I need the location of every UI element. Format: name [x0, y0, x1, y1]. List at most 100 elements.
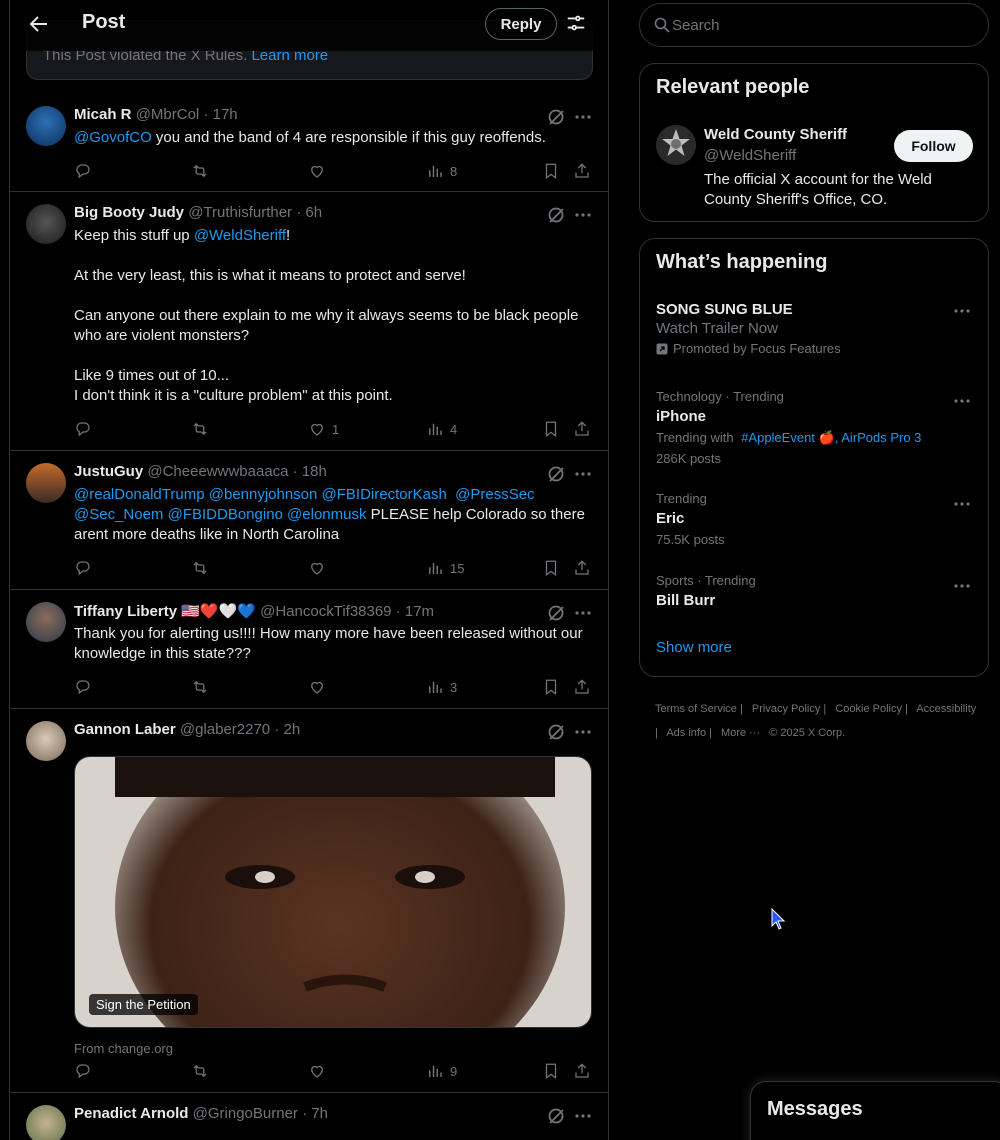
bookmark-button[interactable]: [542, 419, 560, 439]
terms-link[interactable]: Terms of Service |: [655, 703, 743, 715]
avatar[interactable]: [656, 125, 696, 165]
more-options-icon[interactable]: [573, 205, 593, 225]
repost-button[interactable]: [191, 1061, 215, 1081]
author-name[interactable]: Micah R: [74, 106, 132, 123]
promoted-trend[interactable]: SONG SUNG BLUE Watch Trailer Now Promote…: [656, 301, 976, 356]
more-options-icon[interactable]: [952, 301, 972, 321]
bookmark-button[interactable]: [542, 677, 560, 697]
reply-button[interactable]: [74, 677, 98, 697]
timestamp[interactable]: · 17h: [203, 106, 237, 123]
reply-button[interactable]: [74, 558, 98, 578]
author-name[interactable]: JustuGuy: [74, 463, 143, 480]
show-more-link[interactable]: Show more: [656, 639, 732, 656]
author-handle[interactable]: @Cheeewwwbaaaca: [147, 463, 288, 480]
views-button[interactable]: 4: [426, 419, 457, 439]
reply-button[interactable]: [74, 161, 98, 181]
search-input[interactable]: [672, 12, 972, 38]
grok-icon[interactable]: [546, 722, 566, 742]
repost-button[interactable]: [191, 677, 215, 697]
link-source[interactable]: From change.org: [74, 1041, 173, 1056]
more-options-icon[interactable]: [952, 391, 972, 411]
like-button[interactable]: [308, 558, 332, 578]
author-handle[interactable]: @HancockTif38369: [260, 603, 391, 620]
timestamp[interactable]: · 6h: [296, 204, 322, 221]
link-card-image[interactable]: Sign the Petition: [74, 756, 592, 1028]
avatar[interactable]: [26, 721, 66, 761]
repost-button[interactable]: [191, 558, 215, 578]
author-name[interactable]: Tiffany Liberty 🇺🇸❤️🤍💙: [74, 603, 256, 620]
views-button[interactable]: 15: [426, 558, 464, 578]
bookmark-button[interactable]: [542, 558, 560, 578]
more-options-icon[interactable]: [573, 464, 593, 484]
like-button[interactable]: [308, 677, 332, 697]
grok-icon[interactable]: [546, 464, 566, 484]
like-button[interactable]: [308, 161, 332, 181]
reply-button[interactable]: [74, 419, 98, 439]
author-handle[interactable]: @GringoBurner: [193, 1105, 298, 1122]
avatar[interactable]: [26, 1105, 66, 1140]
views-button[interactable]: 9: [426, 1061, 457, 1081]
trend-item[interactable]: Technology · Trending iPhone Trending wi…: [656, 389, 976, 466]
avatar[interactable]: [26, 463, 66, 503]
search-box[interactable]: [639, 3, 989, 47]
mention-link[interactable]: @GovofCO: [74, 129, 152, 146]
mention-link[interactable]: @WeldSheriff: [194, 227, 286, 244]
trending-with-links[interactable]: #AppleEvent 🍎, AirPods Pro 3: [741, 430, 921, 445]
repost-button[interactable]: [191, 161, 215, 181]
bookmark-button[interactable]: [542, 161, 560, 181]
tweet[interactable]: Big Booty Judy @Truthisfurther · 6h Keep…: [10, 193, 608, 451]
avatar[interactable]: [26, 106, 66, 146]
privacy-link[interactable]: Privacy Policy |: [752, 703, 826, 715]
more-options-icon[interactable]: [573, 722, 593, 742]
more-link[interactable]: More ···: [721, 727, 760, 739]
author-name[interactable]: Gannon Laber: [74, 721, 176, 738]
timestamp[interactable]: · 7h: [302, 1105, 328, 1122]
trend-item[interactable]: Trending Eric 75.5K posts: [656, 491, 976, 547]
more-options-icon[interactable]: [573, 107, 593, 127]
grok-icon[interactable]: [546, 1106, 566, 1126]
timestamp[interactable]: · 2h: [274, 721, 300, 738]
avatar[interactable]: [26, 204, 66, 244]
share-button[interactable]: [573, 677, 591, 697]
trend-item[interactable]: Sports · Trending Bill Burr: [656, 573, 976, 609]
more-options-icon[interactable]: [573, 1106, 593, 1126]
reply-button[interactable]: [74, 1061, 98, 1081]
repost-button[interactable]: [191, 419, 215, 439]
cookie-link[interactable]: Cookie Policy |: [835, 703, 908, 715]
share-button[interactable]: [573, 1061, 591, 1081]
sliders-icon[interactable]: [565, 12, 587, 34]
grok-icon[interactable]: [546, 107, 566, 127]
messages-drawer[interactable]: Messages: [750, 1081, 1000, 1140]
ads-info-link[interactable]: Ads info |: [666, 727, 712, 739]
grok-icon[interactable]: [546, 603, 566, 623]
avatar[interactable]: [26, 602, 66, 642]
reply-button[interactable]: Reply: [485, 8, 557, 40]
back-arrow-icon[interactable]: [26, 12, 50, 36]
tweet[interactable]: JustuGuy @Cheeewwwbaaaca · 18h @realDona…: [10, 452, 608, 590]
author-handle[interactable]: @MbrCol: [136, 106, 200, 123]
author-handle[interactable]: @Truthisfurther: [188, 204, 292, 221]
more-options-icon[interactable]: [952, 576, 972, 596]
tweet[interactable]: Tiffany Liberty 🇺🇸❤️🤍💙 @HancockTif38369 …: [10, 591, 608, 709]
more-options-icon[interactable]: [952, 494, 972, 514]
views-button[interactable]: 3: [426, 677, 457, 697]
author-name[interactable]: Big Booty Judy: [74, 204, 184, 221]
grok-icon[interactable]: [546, 205, 566, 225]
share-button[interactable]: [573, 161, 591, 181]
like-button[interactable]: 1: [308, 419, 339, 439]
tweet[interactable]: Micah R @MbrCol · 17h @GovofCO you and t…: [10, 95, 608, 192]
person-handle[interactable]: @WeldSheriff: [704, 147, 796, 164]
author-name[interactable]: Penadict Arnold: [74, 1105, 188, 1122]
timestamp[interactable]: · 18h: [293, 463, 327, 480]
person-name[interactable]: Weld County Sheriff: [704, 126, 847, 143]
tweet[interactable]: Gannon Laber @glaber2270 · 2h Sign the P…: [10, 710, 608, 1093]
bookmark-button[interactable]: [542, 1061, 560, 1081]
follow-button[interactable]: Follow: [894, 130, 973, 162]
share-button[interactable]: [573, 419, 591, 439]
author-handle[interactable]: @glaber2270: [180, 721, 270, 738]
tweet[interactable]: Penadict Arnold @GringoBurner · 7h: [10, 1094, 608, 1140]
views-button[interactable]: 8: [426, 161, 457, 181]
timestamp[interactable]: · 17m: [396, 603, 434, 620]
more-options-icon[interactable]: [573, 603, 593, 623]
share-button[interactable]: [573, 558, 591, 578]
